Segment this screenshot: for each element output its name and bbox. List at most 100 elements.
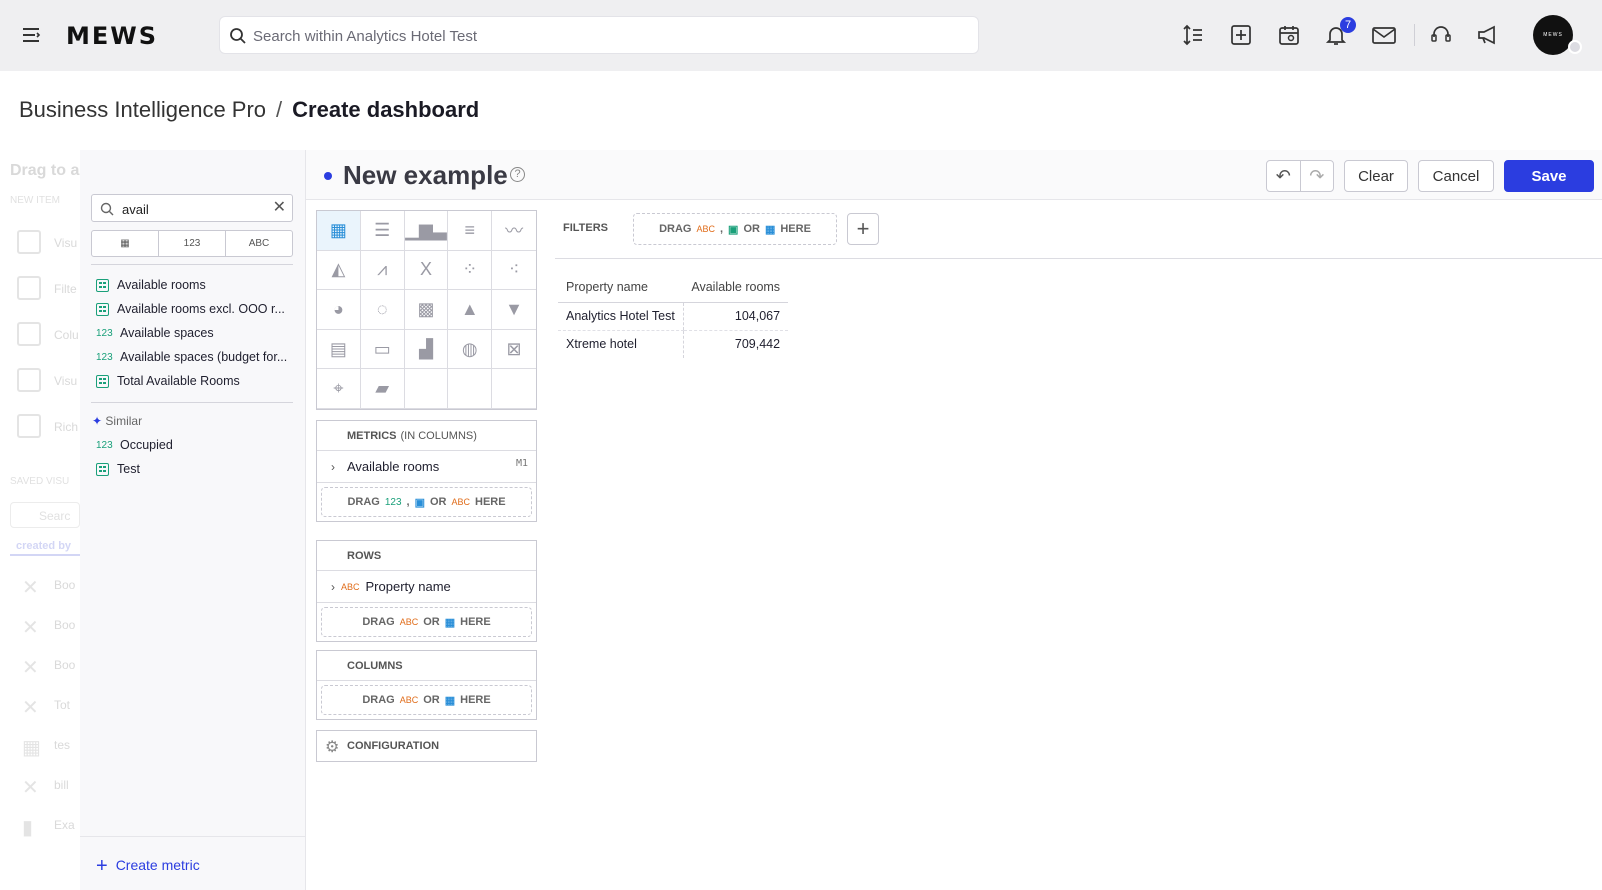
catalog-item-label: Test xyxy=(117,462,140,476)
row-item[interactable]: › ABC Property name xyxy=(317,571,536,603)
chevron-right-icon[interactable]: › xyxy=(331,580,335,594)
drop-text: HERE xyxy=(460,694,491,706)
catalog-item[interactable]: Available rooms xyxy=(96,276,206,294)
catalog-item[interactable]: Available rooms excl. OOO r... xyxy=(96,300,285,318)
table-row: Xtreme hotel 709,442 xyxy=(558,330,789,358)
catalog-item-label: Occupied xyxy=(120,438,173,452)
drop-text: OR xyxy=(743,223,760,235)
rows-drop-zone[interactable]: DRAG ABC OR ▦ HERE xyxy=(321,607,532,637)
filters-drop-zone[interactable]: DRAG ABC, ▣ OR ▦ HERE xyxy=(633,213,837,245)
date-icon: ▦ xyxy=(444,616,456,629)
column-header[interactable]: Available rooms xyxy=(683,272,789,303)
drop-text: HERE xyxy=(460,616,491,628)
global-search[interactable] xyxy=(219,16,979,54)
attribute-icon: ▣ xyxy=(414,496,425,509)
catalog-search[interactable]: ✕ xyxy=(91,194,293,222)
drop-text: DRAG xyxy=(362,616,395,628)
repeater-icon[interactable]: ☰ xyxy=(360,211,405,251)
drop-text: HERE xyxy=(780,223,811,235)
pushpin-map-icon[interactable]: ⌖ xyxy=(317,369,361,409)
drop-text: OR xyxy=(423,616,440,628)
columns-drop-zone[interactable]: DRAG ABC OR ▦ HERE xyxy=(321,685,532,715)
donut-chart-icon[interactable]: ◌ xyxy=(360,290,405,330)
filter-attributes-button[interactable]: ▦ xyxy=(92,231,159,256)
pie-chart-icon[interactable]: ◕ xyxy=(317,290,361,330)
waterfall-icon[interactable]: ▟ xyxy=(404,329,449,370)
metric-item-label: Available rooms xyxy=(347,459,440,474)
bg-x-icon: ✕ xyxy=(22,657,39,679)
fact-icon: 123 xyxy=(96,351,113,363)
drop-text: HERE xyxy=(475,496,506,508)
divider xyxy=(555,258,1602,259)
cancel-button[interactable]: Cancel xyxy=(1418,160,1494,192)
mews-logo[interactable]: MEWS xyxy=(66,22,158,50)
filter-text-button[interactable]: ABC xyxy=(226,231,292,256)
breadcrumb-separator: / xyxy=(276,97,283,122)
redo-icon[interactable]: ↷ xyxy=(1301,161,1334,191)
bubble-chart-icon[interactable]: ⁖ xyxy=(492,251,536,291)
geo-chart-icon[interactable]: ◍ xyxy=(448,329,493,370)
support-icon[interactable] xyxy=(1428,22,1454,48)
bullet-chart-icon[interactable]: ▭ xyxy=(360,329,405,370)
funnel-icon[interactable]: ▼ xyxy=(492,290,536,330)
calendar-view-icon[interactable] xyxy=(1276,22,1302,48)
bg-x-icon: ✕ xyxy=(22,697,39,719)
catalog-search-input[interactable] xyxy=(122,199,262,219)
pyramid-icon[interactable]: ▲ xyxy=(448,290,493,330)
sort-icon[interactable] xyxy=(1180,22,1206,48)
catalog-item[interactable]: Test xyxy=(96,460,140,478)
plus-icon: + xyxy=(96,855,108,877)
combo-chart-icon[interactable]: ⩘ xyxy=(360,250,405,291)
bg-saved-item: Boo xyxy=(54,578,76,592)
heatmap-icon[interactable]: ▤ xyxy=(317,329,361,370)
clear-search-icon[interactable]: ✕ xyxy=(273,200,286,216)
headline-icon[interactable]: X xyxy=(404,250,449,291)
mail-icon[interactable] xyxy=(1371,22,1397,48)
clear-button[interactable]: Clear xyxy=(1344,160,1408,192)
bg-tab-underline xyxy=(10,554,80,556)
sankey-icon[interactable]: ⊠ xyxy=(492,330,536,370)
announcement-icon[interactable] xyxy=(1476,22,1502,48)
empty-cell xyxy=(492,369,536,409)
attribute-icon xyxy=(96,462,109,476)
bg-item-label: Visu xyxy=(54,236,78,250)
filter-facts-button[interactable]: 123 xyxy=(159,231,226,256)
metrics-label: METRICS xyxy=(347,429,397,442)
bg-columns-icon xyxy=(17,322,41,346)
visualization-title[interactable]: New example xyxy=(343,160,508,191)
treemap-icon[interactable]: ▩ xyxy=(404,290,449,330)
global-search-input[interactable] xyxy=(253,23,953,49)
add-filter-button[interactable]: + xyxy=(847,213,879,245)
catalog-item[interactable]: Total Available Rooms xyxy=(96,372,240,390)
drop-text: DRAG xyxy=(347,496,380,508)
metrics-sublabel: (IN COLUMNS) xyxy=(400,429,477,442)
similar-section-label: ✦ Similar xyxy=(92,414,142,428)
breadcrumb-parent[interactable]: Business Intelligence Pro xyxy=(19,97,266,122)
help-icon[interactable]: ? xyxy=(510,167,525,182)
chevron-right-icon[interactable]: › xyxy=(331,460,335,474)
abc-icon: ABC xyxy=(451,497,470,507)
create-metric-button[interactable]: + Create metric xyxy=(96,855,200,878)
bar-chart-icon[interactable]: ≡ xyxy=(448,211,493,251)
table-row: Analytics Hotel Test 104,067 xyxy=(558,302,789,331)
configuration-section[interactable]: ⚙ CONFIGURATION xyxy=(316,730,537,762)
add-icon[interactable] xyxy=(1228,22,1254,48)
menu-icon[interactable] xyxy=(20,24,42,46)
bg-new-item-label: NEW ITEM xyxy=(10,195,60,206)
undo-icon[interactable]: ↶ xyxy=(1267,161,1301,191)
scatter-plot-icon[interactable]: ⁘ xyxy=(448,250,493,291)
catalog-item[interactable]: 123 Available spaces xyxy=(96,324,214,342)
divider xyxy=(91,402,293,403)
metrics-drop-zone[interactable]: DRAG 123, ▣ OR ABC HERE xyxy=(321,487,532,517)
line-chart-icon[interactable]: 〰 xyxy=(492,211,536,251)
area-chart-icon[interactable]: ◭ xyxy=(317,250,361,291)
table-icon[interactable]: ▦ xyxy=(317,211,361,251)
catalog-item[interactable]: 123 Occupied xyxy=(96,436,173,454)
column-header[interactable]: Property name xyxy=(558,272,684,303)
area-map-icon[interactable]: ▰ xyxy=(360,369,405,409)
user-avatar[interactable]: MEWS xyxy=(1533,15,1573,55)
save-button[interactable]: Save xyxy=(1504,160,1594,192)
catalog-item[interactable]: 123 Available spaces (budget for... xyxy=(96,348,287,366)
column-chart-icon[interactable]: ▁▆▃ xyxy=(404,211,449,251)
metric-item[interactable]: › Available rooms M1 xyxy=(317,451,536,483)
